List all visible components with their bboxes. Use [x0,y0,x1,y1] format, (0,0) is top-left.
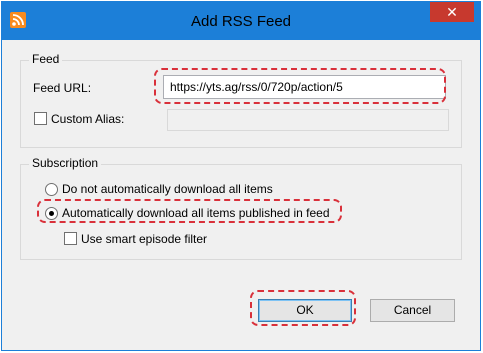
subscription-group-label: Subscription [29,156,102,170]
auto-download-radio[interactable] [45,207,58,220]
no-download-radio[interactable] [45,183,58,196]
no-download-label: Do not automatically download all items [62,182,273,196]
feed-group-label: Feed [29,52,63,66]
auto-download-label: Automatically download all items publish… [62,206,330,220]
smart-filter-label: Use smart episode filter [81,232,208,246]
cancel-button[interactable]: Cancel [370,299,455,322]
smart-filter-checkbox[interactable] [64,232,77,245]
custom-alias-input[interactable] [167,109,449,131]
feed-url-input[interactable]: https://yts.ag/rss/0/720p/action/5 [163,75,446,99]
custom-alias-label: Custom Alias: [51,112,125,126]
feed-url-label: Feed URL: [33,81,92,95]
ok-button[interactable]: OK [258,299,352,322]
dialog-client: Feed Feed URL: https://yts.ag/rss/0/720p… [10,40,472,345]
subscription-group: Subscription Do not automatically downlo… [20,156,462,260]
close-button[interactable]: ✕ [430,2,474,22]
title-bar[interactable]: Add RSS Feed ✕ [2,2,480,40]
feed-group: Feed Feed URL: https://yts.ag/rss/0/720p… [20,52,462,148]
custom-alias-checkbox[interactable] [34,112,47,125]
dialog-window: Add RSS Feed ✕ Feed Feed URL: https://yt… [1,1,481,351]
radio-selected-dot [49,211,54,216]
window-title: Add RSS Feed [190,13,292,30]
